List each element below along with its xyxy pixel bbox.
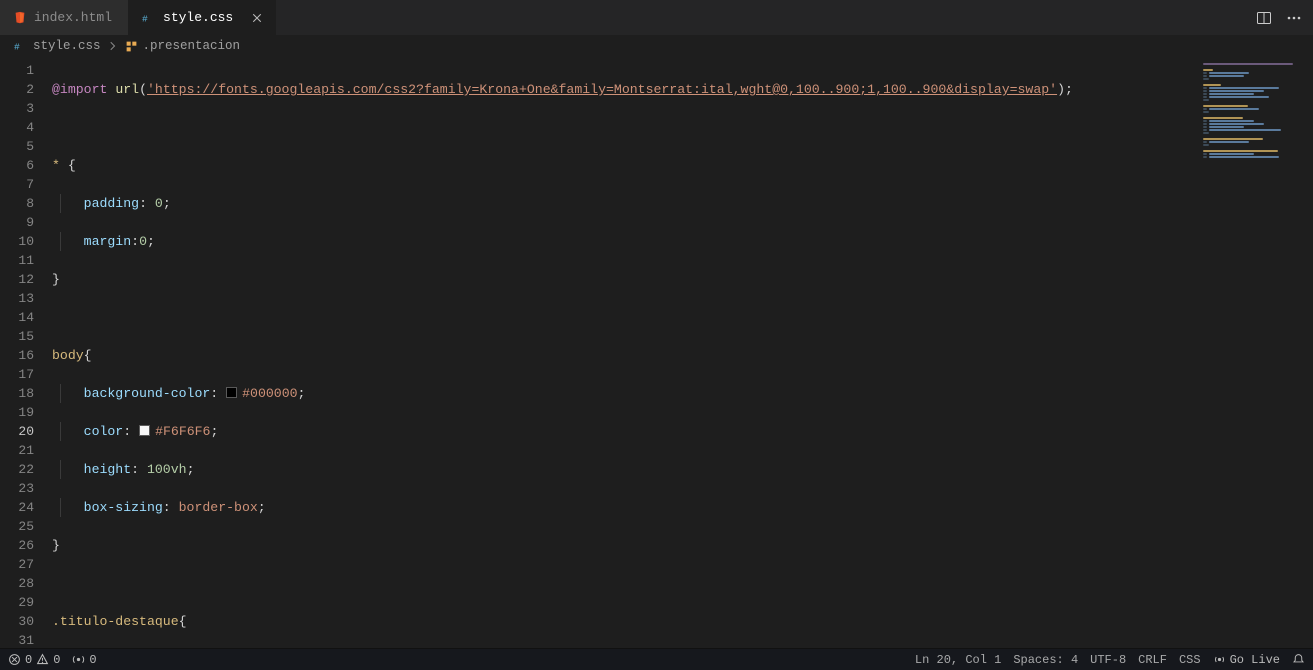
html-file-icon bbox=[12, 10, 28, 26]
url-fn: url bbox=[115, 82, 139, 97]
tab-bar: index.html # style.css bbox=[0, 0, 1313, 35]
tabs: index.html # style.css bbox=[0, 0, 276, 35]
broadcast-icon bbox=[72, 653, 85, 666]
go-live-label: Go Live bbox=[1230, 653, 1280, 667]
editor-actions bbox=[1245, 0, 1313, 35]
val-keyword: border-box bbox=[179, 500, 258, 515]
breadcrumb-file-label: style.css bbox=[33, 39, 101, 53]
notifications-icon[interactable] bbox=[1292, 653, 1305, 666]
status-spaces[interactable]: Spaces: 4 bbox=[1013, 653, 1078, 667]
selector-body: body bbox=[52, 348, 84, 363]
tab-label: index.html bbox=[34, 10, 112, 25]
status-port[interactable]: 0 bbox=[72, 653, 96, 667]
import-url: 'https://fonts.googleapis.com/css2?famil… bbox=[147, 82, 1057, 97]
status-port-value: 0 bbox=[89, 653, 96, 667]
status-error-count: 0 bbox=[25, 653, 32, 667]
breadcrumb-symbol[interactable]: .presentacion bbox=[125, 39, 241, 53]
broadcast-icon bbox=[1213, 653, 1226, 666]
warning-icon bbox=[36, 653, 49, 666]
status-bar: 0 0 0 Ln 20, Col 1 Spaces: 4 UTF-8 CRLF … bbox=[0, 648, 1313, 670]
status-encoding[interactable]: UTF-8 bbox=[1090, 653, 1126, 667]
status-line-col[interactable]: Ln 20, Col 1 bbox=[915, 653, 1001, 667]
color-swatch[interactable] bbox=[139, 425, 150, 436]
minimap[interactable] bbox=[1203, 57, 1313, 648]
editor: 12345 678910 1112131415 1617181920 21222… bbox=[0, 57, 1313, 648]
status-language[interactable]: CSS bbox=[1179, 653, 1201, 667]
selector-class: .titulo-destaque bbox=[52, 614, 179, 629]
status-errors[interactable]: 0 0 bbox=[8, 653, 60, 667]
color-swatch[interactable] bbox=[226, 387, 237, 398]
chevron-right-icon bbox=[105, 40, 121, 52]
color-value: #F6F6F6 bbox=[155, 424, 210, 439]
status-warning-count: 0 bbox=[53, 653, 60, 667]
code-area[interactable]: @import url('https://fonts.googleapis.co… bbox=[52, 57, 1203, 648]
line-number-gutter[interactable]: 12345 678910 1112131415 1617181920 21222… bbox=[0, 57, 52, 648]
svg-text:#: # bbox=[14, 42, 20, 53]
val-number: 0 bbox=[155, 196, 163, 211]
breadcrumb-symbol-label: .presentacion bbox=[143, 39, 241, 53]
css-file-icon: # bbox=[14, 39, 28, 53]
selector-star: * bbox=[52, 158, 60, 173]
at-import: @import bbox=[52, 82, 107, 97]
symbol-class-icon bbox=[125, 40, 138, 53]
css-file-icon: # bbox=[141, 10, 157, 26]
status-eol[interactable]: CRLF bbox=[1138, 653, 1167, 667]
tab-style-css[interactable]: # style.css bbox=[129, 0, 276, 35]
val-number: 0 bbox=[139, 234, 147, 249]
more-actions-icon[interactable] bbox=[1283, 7, 1305, 29]
color-value: #000000 bbox=[242, 386, 297, 401]
breadcrumb-file[interactable]: # style.css bbox=[14, 39, 101, 53]
breadcrumb[interactable]: # style.css .presentacion bbox=[0, 35, 1313, 57]
go-live-button[interactable]: Go Live bbox=[1213, 653, 1280, 667]
close-icon[interactable] bbox=[249, 10, 265, 26]
error-icon bbox=[8, 653, 21, 666]
tab-index-html[interactable]: index.html bbox=[0, 0, 129, 35]
svg-text:#: # bbox=[142, 13, 148, 24]
split-editor-icon[interactable] bbox=[1253, 7, 1275, 29]
val-number: 100vh bbox=[147, 462, 187, 477]
tab-label: style.css bbox=[163, 10, 233, 25]
